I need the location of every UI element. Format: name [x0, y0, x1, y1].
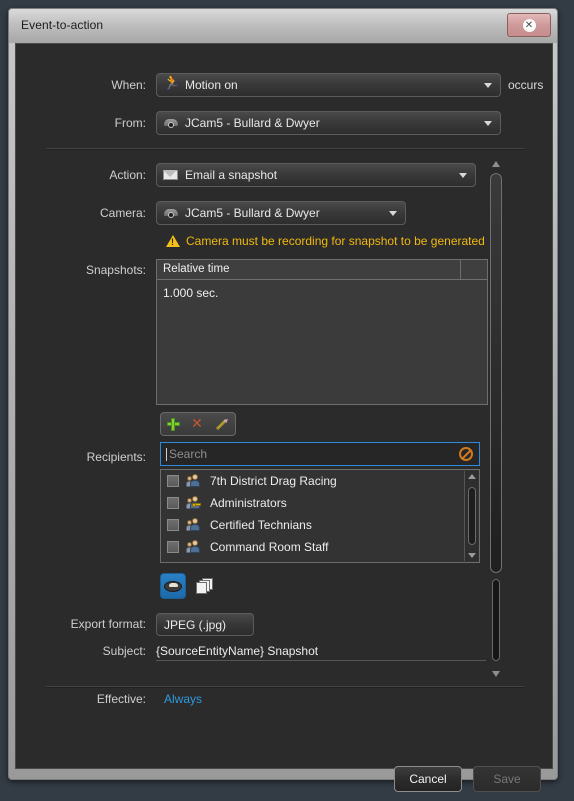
list-item[interactable]: Certified Technians: [161, 514, 479, 536]
clear-search-icon[interactable]: [459, 447, 473, 461]
action-panel-scrollbar[interactable]: [488, 159, 504, 679]
snapshots-toolbar: ✕: [160, 412, 236, 436]
search-placeholder: Search: [169, 447, 208, 461]
list-item[interactable]: Command Room Staff: [161, 536, 479, 558]
subject-input[interactable]: {SourceEntityName} Snapshot: [156, 644, 486, 661]
recipient-checkbox[interactable]: [167, 475, 179, 487]
subject-label: Subject:: [102, 644, 146, 658]
action-dropdown[interactable]: Email a snapshot: [156, 163, 476, 187]
dome-camera-icon: [163, 205, 179, 221]
snapshots-label: Snapshots:: [85, 263, 146, 277]
warning-text: Camera must be recording for snapshot to…: [186, 234, 485, 248]
dome-camera-icon: [163, 115, 179, 131]
scroll-down-icon[interactable]: [468, 553, 476, 558]
recipient-name: Certified Technians: [210, 518, 312, 532]
recording-warning: Camera must be recording for snapshot to…: [166, 234, 485, 248]
user-group-icon: [186, 473, 202, 489]
title-bar[interactable]: Event-to-action ✕: [9, 9, 557, 43]
event-to-action-dialog: Event-to-action ✕ When: Motion on occurs…: [8, 8, 558, 792]
camera-dropdown[interactable]: JCam5 - Bullard & Dwyer: [156, 201, 406, 225]
snapshots-grid-header: Relative time: [157, 260, 487, 280]
when-label: When:: [111, 78, 146, 92]
user-group-icon: [186, 517, 202, 533]
delete-icon: ✕: [191, 416, 203, 432]
recipients-label: Recipients:: [86, 450, 146, 464]
delete-snapshot-button[interactable]: ✕: [185, 413, 209, 435]
export-format-dropdown[interactable]: JPEG (.jpg): [156, 613, 254, 636]
recipient-cc-button[interactable]: [192, 573, 218, 599]
action-value: Email a snapshot: [185, 168, 278, 182]
chevron-down-icon: [484, 121, 492, 126]
scroll-up-icon[interactable]: [468, 474, 476, 479]
effective-label: Effective:: [96, 692, 146, 706]
recipient-name: Command Room Staff: [210, 540, 329, 554]
from-dropdown[interactable]: JCam5 - Bullard & Dwyer: [156, 111, 501, 135]
chevron-down-icon: [459, 173, 467, 178]
recipient-name: 7th District Drag Racing: [210, 474, 337, 488]
export-format-label: Export format:: [70, 617, 146, 631]
text-caret: [166, 447, 167, 461]
recipients-list[interactable]: 7th District Drag Racing Administrators: [160, 469, 480, 563]
occurs-label: occurs: [508, 78, 544, 92]
recipient-to-button[interactable]: [160, 573, 186, 599]
user-group-icon: [186, 539, 202, 555]
to-recipient-icon: [164, 580, 182, 592]
list-item[interactable]: Administrators: [161, 492, 479, 514]
column-header-relative-time: Relative time: [163, 263, 230, 275]
camera-value: JCam5 - Bullard & Dwyer: [185, 206, 320, 220]
action-panel-scrollbar-thumb-lower[interactable]: [492, 579, 500, 661]
window-title: Event-to-action: [21, 18, 104, 32]
list-item[interactable]: 7th District Drag Racing: [161, 470, 479, 492]
camera-label: Camera:: [99, 206, 146, 220]
desktop-background: Event-to-action ✕ When: Motion on occurs…: [0, 0, 574, 801]
section-divider-bottom: [46, 686, 524, 688]
chevron-down-icon: [484, 83, 492, 88]
edit-snapshot-button[interactable]: [209, 413, 233, 435]
when-value: Motion on: [185, 78, 238, 92]
recipient-checkbox[interactable]: [167, 519, 179, 531]
when-dropdown[interactable]: Motion on: [156, 73, 501, 97]
table-row[interactable]: 1.000 sec.: [163, 286, 218, 300]
cc-copy-icon: [196, 578, 214, 594]
close-button[interactable]: ✕: [507, 13, 551, 37]
recipients-scrollbar[interactable]: [464, 471, 478, 561]
effective-value-link[interactable]: Always: [164, 692, 202, 706]
add-snapshot-button[interactable]: [161, 413, 185, 435]
snapshots-grid[interactable]: Relative time 1.000 sec.: [156, 259, 488, 405]
export-format-value: JPEG (.jpg): [164, 617, 227, 632]
from-label: From:: [114, 116, 146, 130]
action-label: Action:: [109, 168, 146, 182]
chevron-down-icon: [389, 211, 397, 216]
envelope-icon: [163, 167, 179, 183]
action-panel-scrollbar-thumb[interactable]: [490, 173, 502, 573]
recipients-scrollbar-thumb[interactable]: [468, 487, 476, 545]
from-value: JCam5 - Bullard & Dwyer: [185, 116, 320, 130]
close-icon: ✕: [522, 18, 536, 32]
column-divider: [460, 260, 461, 279]
recipient-checkbox[interactable]: [167, 497, 179, 509]
motion-running-icon: [163, 75, 180, 93]
recipients-search-input[interactable]: Search: [160, 442, 480, 466]
save-button: Save: [473, 766, 541, 792]
cancel-button[interactable]: Cancel: [394, 766, 462, 792]
scroll-down-icon[interactable]: [492, 671, 500, 677]
recipient-checkbox[interactable]: [167, 541, 179, 553]
scroll-up-icon[interactable]: [492, 161, 500, 167]
admin-group-icon: [186, 495, 202, 511]
dialog-body: When: Motion on occurs From: JCam5 - Bul…: [15, 43, 553, 792]
section-divider-top: [46, 148, 524, 150]
recipient-name: Administrators: [210, 496, 287, 510]
edit-icon: [215, 418, 227, 430]
warning-triangle-icon: [166, 235, 180, 247]
